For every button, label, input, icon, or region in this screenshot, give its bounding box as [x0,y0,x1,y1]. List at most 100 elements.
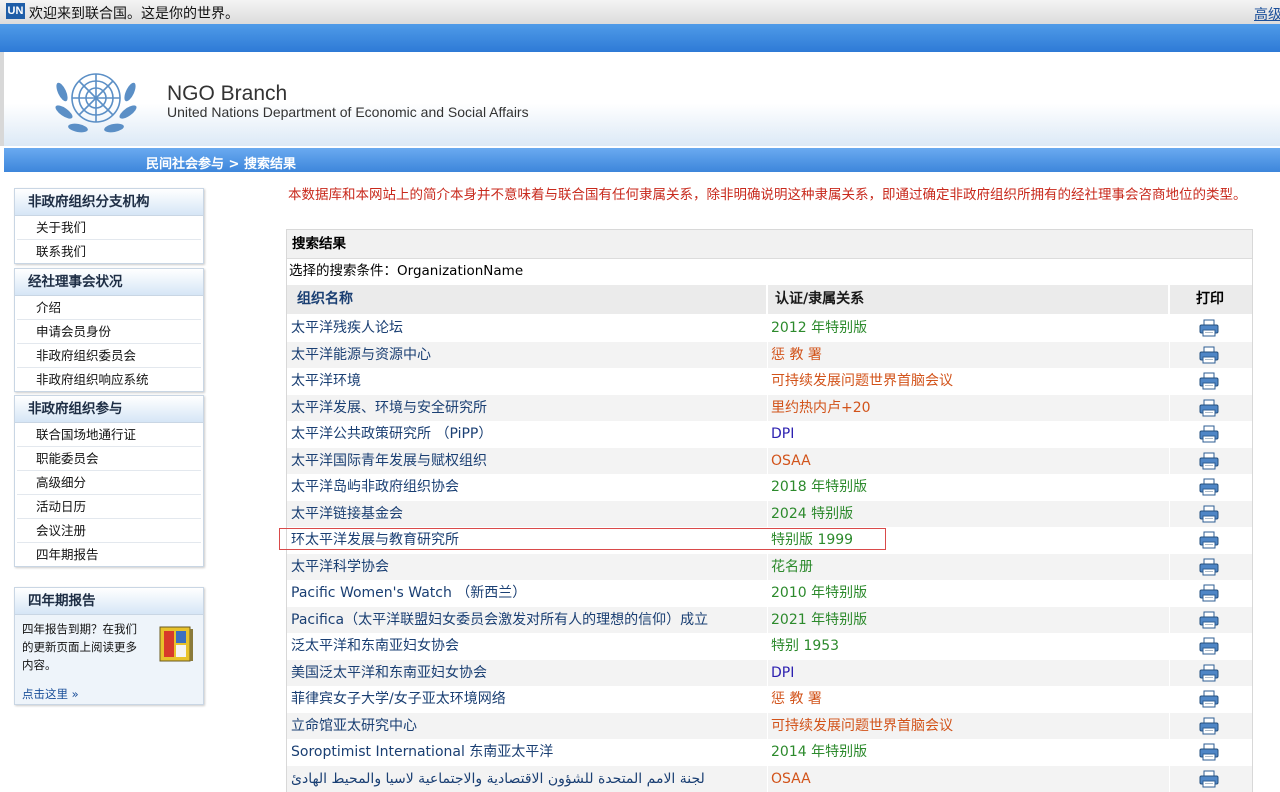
sidebar-item-contact[interactable]: 联系我们 [17,240,201,263]
table-row: Soroptimist International 东南亚太平洋 2014 年特别… [287,739,1252,766]
page-subtitle: United Nations Department of Economic an… [167,104,529,120]
table-row: 美国泛太平洋和东南亚妇女协会 DPI [287,660,1252,687]
organization-name-link[interactable]: 泛太平洋和东南亚妇女协会 [291,633,459,659]
organization-name-link[interactable]: 太平洋国际青年发展与赋权组织 [291,448,487,474]
column-header-affiliation: 认证/隶属关系 [769,285,1173,314]
print-icon[interactable] [1199,611,1219,633]
sidebar-item-grounds-pass[interactable]: 联合国场地通行证 [17,423,201,447]
sidebar-item-response-system[interactable]: 非政府组织响应系统 [17,368,201,391]
table-row: 太平洋岛屿非政府组织协会 2018 年特别版 [287,474,1252,501]
sidebar-item-calendar[interactable]: 活动日历 [17,495,201,519]
organization-name-link[interactable]: 立命馆亚太研究中心 [291,713,417,739]
un-logo-icon[interactable]: UN [6,3,25,19]
sidebar-section-ngo-branch: 非政府组织分支机构 关于我们 联系我们 [14,188,204,264]
sidebar-item-quadrennial[interactable]: 四年期报告 [17,543,201,566]
print-icon[interactable] [1199,558,1219,580]
column-header-print: 打印 [1170,285,1250,314]
organization-name-link[interactable]: Pacific Women's Watch （新西兰） [291,580,526,606]
welcome-bar: UN 欢迎来到联合国。这是你的世界。 高级 [0,0,1280,25]
sidebar-item-intro[interactable]: 介绍 [17,296,201,320]
search-criteria: 选择的搜索条件：OrganizationName [287,261,523,281]
advanced-search-link[interactable]: 高级 [1254,4,1280,24]
table-row: 太平洋能源与资源中心 惩 教 署 [287,342,1252,369]
table-row: 太平洋科学协会 花名册 [287,554,1252,581]
disclaimer-text: 本数据库和本网站上的简介本身并不意味着与联合国有任何隶属关系，除非明确说明这种隶… [288,186,1248,205]
sidebar-item-about[interactable]: 关于我们 [17,216,201,240]
search-results-panel: 搜索结果 选择的搜索条件：OrganizationName 组织名称 认证/隶属… [286,229,1253,792]
organization-name-link[interactable]: Soroptimist International 东南亚太平洋 [291,739,553,765]
print-icon[interactable] [1199,346,1219,368]
sidebar-item-registration[interactable]: 会议注册 [17,519,201,543]
organization-name-link[interactable]: 太平洋岛屿非政府组织协会 [291,474,459,500]
print-icon[interactable] [1199,505,1219,527]
affiliation-status: 惩 教 署 [771,686,822,712]
table-header: 组织名称 认证/隶属关系 打印 [287,285,1252,314]
book-icon [156,624,196,664]
sidebar-heading: 非政府组织参与 [15,396,203,423]
table-row: 立命馆亚太研究中心 可持续发展问题世界首脑会议 [287,713,1252,740]
sidebar-item-apply[interactable]: 申请会员身份 [17,320,201,344]
organization-name-link[interactable]: 菲律宾女子大学/女子亚太环境网络 [291,686,506,712]
organization-name-link[interactable]: 太平洋链接基金会 [291,501,403,527]
print-icon[interactable] [1199,690,1219,712]
organization-name-link[interactable]: Pacifica（太平洋联盟妇女委员会激发对所有人的理想的信仰）成立 [291,607,708,633]
affiliation-status: 2024 特别版 [771,501,853,527]
table-row: 太平洋环境 可持续发展问题世界首脑会议 [287,368,1252,395]
table-row: 太平洋链接基金会 2024 特别版 [287,501,1252,528]
sidebar-item-high-level[interactable]: 高级细分 [17,471,201,495]
affiliation-status: 惩 教 署 [771,342,822,368]
organization-name-link[interactable]: لجنة الامم المتحدة للشؤون الاقتصادية وال… [291,766,705,792]
print-icon[interactable] [1199,372,1219,394]
sidebar-heading: 经社理事会状况 [15,269,203,296]
affiliation-status: DPI [771,421,794,447]
print-icon[interactable] [1199,584,1219,606]
column-header-name[interactable]: 组织名称 [291,285,772,314]
sidebar-item-committee[interactable]: 非政府组织委员会 [17,344,201,368]
table-row: 泛太平洋和东南亚妇女协会特别 1953 [287,633,1252,660]
print-icon[interactable] [1199,743,1219,765]
print-icon[interactable] [1199,717,1219,739]
quadrennial-text: 四年报告到期？在我们的更新页面上阅读更多内容。 [22,620,144,674]
print-icon[interactable] [1199,478,1219,500]
table-row: 太平洋公共政策研究所 （PiPP） DPI [287,421,1252,448]
print-icon[interactable] [1199,637,1219,659]
affiliation-status: 里约热内卢+20 [771,395,871,421]
print-icon[interactable] [1199,531,1219,553]
breadcrumb[interactable]: 民间社会参与 > 搜索结果 [146,153,296,172]
un-emblem-icon[interactable] [52,62,140,138]
sidebar-heading: 非政府组织分支机构 [15,189,203,216]
header-strip [0,24,1280,52]
table-row: 太平洋残疾人论坛 2012 年特别版 [287,315,1252,342]
print-icon[interactable] [1199,319,1219,341]
print-icon[interactable] [1199,664,1219,686]
page-title: NGO Branch [167,82,287,106]
affiliation-status: 可持续发展问题世界首脑会议 [771,713,953,739]
organization-name-link[interactable]: 太平洋残疾人论坛 [291,315,403,341]
affiliation-status: 可持续发展问题世界首脑会议 [771,368,953,394]
affiliation-status: 2018 年特别版 [771,474,867,500]
sidebar-item-functional-commissions[interactable]: 职能委员会 [17,447,201,471]
welcome-text: 欢迎来到联合国。这是你的世界。 [29,3,239,23]
organization-name-link[interactable]: 太平洋能源与资源中心 [291,342,431,368]
print-icon[interactable] [1199,399,1219,421]
affiliation-status: 2010 年特别版 [771,580,867,606]
organization-name-link[interactable]: 太平洋环境 [291,368,361,394]
click-here-link[interactable]: 点击这里 » [22,686,79,702]
quadrennial-heading: 四年期报告 [15,588,203,615]
affiliation-status: 2012 年特别版 [771,315,867,341]
table-row: Pacifica（太平洋联盟妇女委员会激发对所有人的理想的信仰）成立2021 年… [287,607,1252,634]
print-icon[interactable] [1199,452,1219,474]
organization-name-link[interactable]: 美国泛太平洋和东南亚妇女协会 [291,660,487,686]
organization-name-link[interactable]: 太平洋公共政策研究所 （PiPP） [291,421,492,447]
results-title: 搜索结果 [287,230,1252,259]
organization-name-link[interactable]: 太平洋科学协会 [291,554,389,580]
table-row: 太平洋发展、环境与安全研究所 里约热内卢+20 [287,395,1252,422]
table-row: Pacific Women's Watch （新西兰） 2010 年特别版 [287,580,1252,607]
affiliation-status: 花名册 [771,554,813,580]
affiliation-status: DPI [771,660,794,686]
print-icon[interactable] [1199,770,1219,792]
organization-name-link[interactable]: 太平洋发展、环境与安全研究所 [291,395,487,421]
table-row: 菲律宾女子大学/女子亚太环境网络 惩 教 署 [287,686,1252,713]
print-icon[interactable] [1199,425,1219,447]
affiliation-status: 2014 年特别版 [771,739,867,765]
